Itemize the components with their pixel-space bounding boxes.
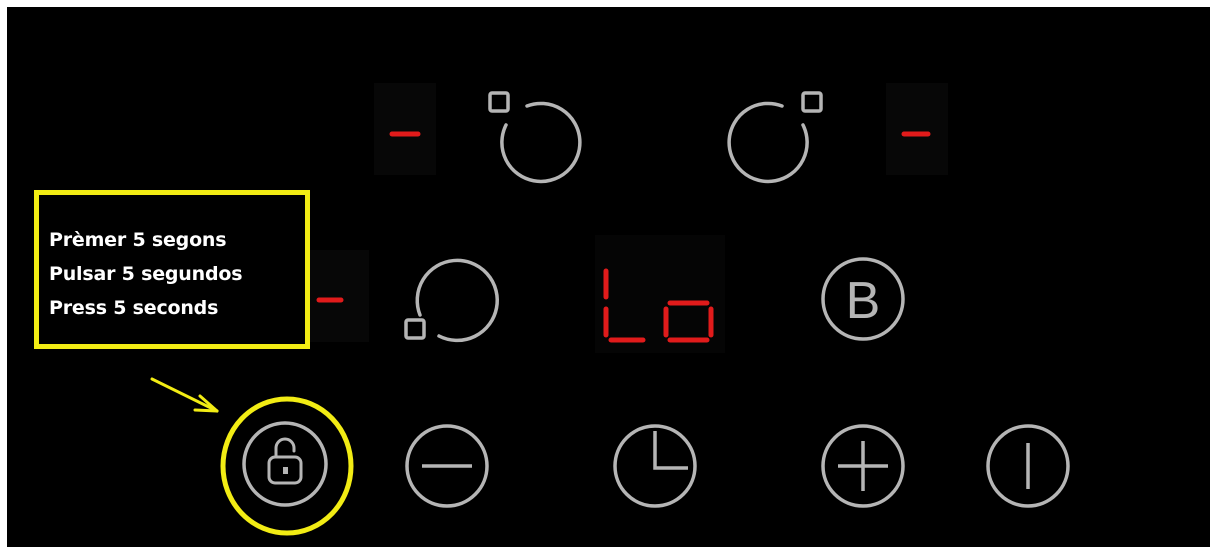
- timer-button[interactable]: [613, 424, 697, 508]
- plus-icon: [838, 441, 888, 491]
- instruction-line-english: Press 5 seconds: [49, 297, 219, 319]
- lock-highlight-ring: [220, 396, 354, 536]
- zone-selector-marker-icon: [801, 91, 823, 113]
- cooktop-control-panel: - - - Lo B Prèmer 5 segons Pulsar 5 segu…: [7, 7, 1210, 547]
- zone-selector-top-left-button[interactable]: [488, 91, 582, 184]
- zone-display-middle-left-value: -: [7, 7, 8, 8]
- instruction-line-spanish: Pulsar 5 segundos: [49, 263, 243, 285]
- zone-display-top-right-value: -: [7, 7, 8, 8]
- lock-button[interactable]: [220, 396, 354, 536]
- zone-selector-marker-icon: [404, 318, 426, 340]
- power-button[interactable]: [986, 424, 1070, 508]
- pointer-arrow-icon: [150, 377, 219, 413]
- zone-selector-marker-icon: [488, 91, 510, 113]
- booster-button[interactable]: B: [821, 257, 905, 341]
- zone-selector-top-right-button[interactable]: [727, 91, 823, 184]
- zone-display-top-left-value: -: [7, 7, 8, 8]
- zone-display-top-left: -: [7, 7, 436, 175]
- minus-button[interactable]: [405, 424, 489, 508]
- instruction-callout: Prèmer 5 segons Pulsar 5 segundos Press …: [34, 190, 310, 349]
- padlock-icon: [267, 437, 303, 485]
- plus-button[interactable]: [821, 424, 905, 508]
- zone-selector-bottom-left-button[interactable]: [404, 258, 499, 343]
- booster-label: B: [846, 272, 881, 330]
- center-display-value: Lo: [7, 7, 9, 8]
- instruction-line-catalan: Prèmer 5 segons: [49, 229, 227, 251]
